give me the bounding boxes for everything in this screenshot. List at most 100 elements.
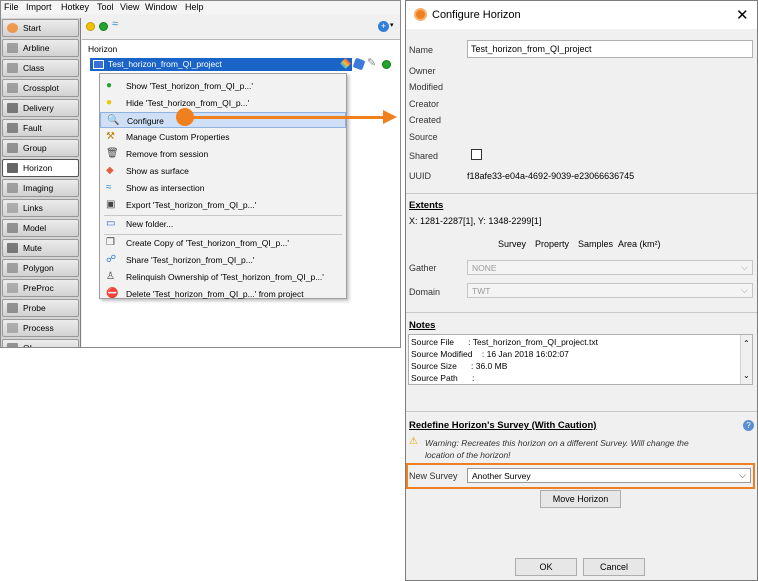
green-dot-icon[interactable] [99,22,108,31]
warning-text-line2: location of the horizon! [425,450,511,460]
menu-bar: File Import Hotkey Tool View Window Help [1,1,400,14]
context-menu-item[interactable]: ≈ Show as intersection [100,180,346,196]
tab-links[interactable]: Links [2,199,79,217]
extents-range: X: 1281-2287[1], Y: 1348-2299[1] [409,216,542,226]
menu-view[interactable]: View [120,2,139,12]
panel-title: Horizon [88,44,118,54]
menu-import[interactable]: Import [26,2,52,12]
mute-icon [7,243,18,253]
menu-help[interactable]: Help [185,2,204,12]
folder-icon: ▭ [106,218,116,229]
menu-tool[interactable]: Tool [97,2,114,12]
tab-preproc[interactable]: PreProc [2,279,79,297]
horizon-icon [7,163,18,173]
context-menu-label: Manage Custom Properties [126,132,230,142]
menu-window[interactable]: Window [145,2,177,12]
links-icon [7,203,18,213]
side-tab-bar: Start Arbline Class Crossplot Delivery Fault G… [1,18,81,347]
configure-horizon-dialog: Configure Horizon ✕ Name Test_horizon_fr… [405,0,758,581]
chevron-down-icon: ⌵ [741,285,748,295]
domain-select[interactable]: TWT ⌵ [467,283,753,298]
context-menu-item[interactable]: ⛔ Delete 'Test_horizon_from_QI_p...' from… [100,286,346,302]
context-menu-label: New folder... [126,219,174,229]
close-icon[interactable]: ✕ [736,6,749,24]
wrench-icon: ⚒ [106,131,115,142]
help-icon[interactable]: ? [743,420,754,431]
context-menu-label: Relinquish Ownership of 'Test_horizon_fr… [126,272,324,282]
tab-label: Group [23,143,47,153]
tab-imaging[interactable]: Imaging [2,179,79,197]
context-menu-item[interactable]: 🔍 Configure [100,112,346,128]
domain-label: Domain [409,287,441,297]
tab-mute[interactable]: Mute [2,239,79,257]
yellow-dot-icon: ● [106,97,113,108]
tab-label: Polygon [23,263,54,273]
new-survey-select[interactable]: Another Survey ⌵ [467,468,751,483]
name-field[interactable]: Test_horizon_from_QI_project [467,40,753,58]
context-menu-item[interactable]: ☍ Share 'Test_horizon_from_QI_p...' [100,252,346,268]
app-window: File Import Hotkey Tool View Window Help… [0,0,401,348]
menu-hotkey[interactable]: Hotkey [61,2,89,12]
warning-icon: ⚠ [409,436,418,447]
notes-textarea[interactable]: Source File : Test_horizon_from_QI_proje… [408,334,753,385]
context-menu-item[interactable]: 🗑 Remove from session [100,146,346,162]
tab-label: Delivery [23,103,54,113]
move-horizon-button[interactable]: Move Horizon [540,490,621,508]
tab-group[interactable]: Group [2,139,79,157]
context-menu-item[interactable]: ● Hide 'Test_horizon_from_QI_p...' [100,95,346,111]
gather-select[interactable]: NONE ⌵ [467,260,753,275]
tab-qi[interactable]: QI [2,339,79,347]
eraser-icon[interactable] [352,57,366,71]
selected-horizon-row[interactable]: Test_horizon_from_QI_project [90,58,352,71]
tab-process[interactable]: Process [2,319,79,337]
source-label: Source [409,132,438,142]
context-menu-label: Hide 'Test_horizon_from_QI_p...' [126,98,250,108]
tab-horizon[interactable]: Horizon [2,159,79,177]
context-menu-label: Show as intersection [126,183,205,193]
cancel-button[interactable]: Cancel [583,558,645,576]
tab-polygon[interactable]: Polygon [2,259,79,277]
surface-icon: ◆ [106,165,114,176]
tab-label: Start [23,23,41,33]
context-menu-item[interactable]: ▭ New folder... [100,216,346,232]
tab-delivery[interactable]: Delivery [2,99,79,117]
context-menu-item[interactable]: ❐ Create Copy of 'Test_horizon_from_QI_p.… [100,235,346,251]
context-menu-item[interactable]: ◆ Show as surface [100,163,346,179]
modified-label: Modified [409,82,444,92]
context-menu-item[interactable]: ⚒ Manage Custom Properties [100,129,346,145]
visible-dot-icon[interactable] [382,60,391,69]
tab-label: Horizon [23,163,53,173]
tab-label: Fault [23,123,42,133]
tab-model[interactable]: Model [2,219,79,237]
scroll-down-icon[interactable]: ⌄ [743,371,750,380]
qi-icon [7,343,18,347]
tab-label: PreProc [23,283,54,293]
chevron-down-icon: ⌵ [741,262,748,272]
intersection-icon[interactable]: ≈ [112,18,118,30]
context-menu-item[interactable]: ● Show 'Test_horizon_from_QI_p...' [100,78,346,94]
tab-class[interactable]: Class [2,59,79,77]
context-menu-item[interactable]: ♙ Relinquish Ownership of 'Test_horizon_f… [100,269,346,285]
yellow-dot-icon[interactable] [86,22,95,31]
tab-probe[interactable]: Probe [2,299,79,317]
context-menu-item[interactable]: ▣ Export 'Test_horizon_from_QI_p...' [100,197,346,213]
tab-fault[interactable]: Fault [2,119,79,137]
menu-file[interactable]: File [4,2,19,12]
chevron-down-icon[interactable]: ▾ [390,21,394,29]
new-survey-label: New Survey [409,471,458,481]
scroll-up-icon[interactable]: ⌃ [743,339,750,348]
gather-label: Gather [409,263,437,273]
tab-crossplot[interactable]: Crossplot [2,79,79,97]
tab-start[interactable]: Start [2,19,79,37]
process-icon [7,323,18,333]
extents-col-survey: Survey [498,239,527,249]
shared-checkbox[interactable] [471,149,482,160]
relinquish-icon: ♙ [106,271,115,282]
notes-scrollbar[interactable]: ⌃ ⌄ [740,335,752,384]
tab-arbline[interactable]: Arbline [2,39,79,57]
add-icon[interactable]: + [378,21,389,32]
ok-button[interactable]: OK [515,558,577,576]
pencil-icon[interactable]: ✎ [367,56,376,69]
name-field-value: Test_horizon_from_QI_project [471,44,592,54]
redefine-header: Redefine Horizon's Survey (With Caution) [409,420,597,431]
